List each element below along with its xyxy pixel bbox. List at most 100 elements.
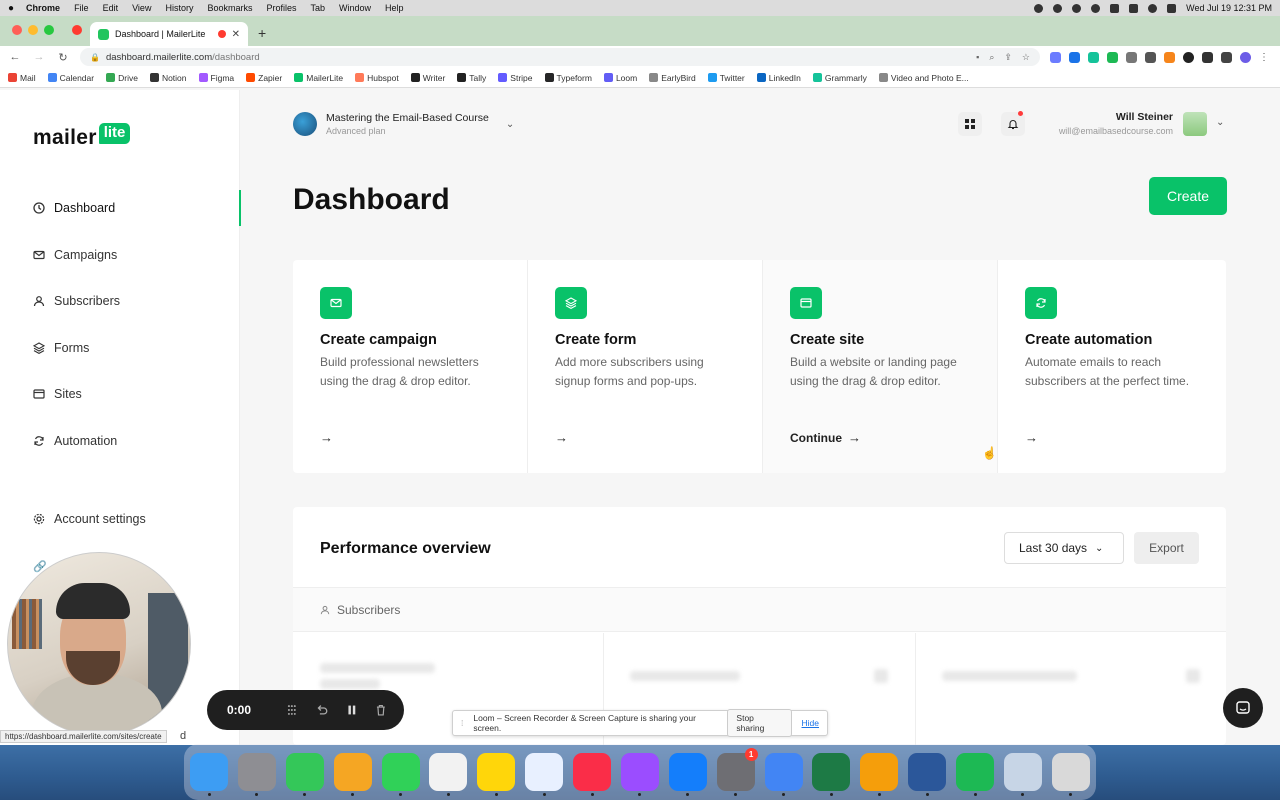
webcam-bubble[interactable] bbox=[7, 552, 191, 736]
bookmark-star-icon[interactable]: ☆ bbox=[1022, 52, 1030, 63]
pause-icon[interactable] bbox=[345, 703, 359, 717]
chrome-menu-icon[interactable]: ⋮ bbox=[1259, 52, 1269, 63]
chrome-icon[interactable] bbox=[764, 753, 803, 796]
continue-link[interactable]: Continue → bbox=[790, 430, 861, 445]
music-icon[interactable] bbox=[573, 753, 611, 796]
notifications-button[interactable] bbox=[1001, 111, 1025, 136]
bookmark-item[interactable]: Zapier bbox=[246, 73, 282, 83]
sidebar-item-automation[interactable]: Automation bbox=[0, 423, 240, 459]
card-create-campaign[interactable]: Create campaign Build professional newsl… bbox=[293, 260, 528, 473]
new-tab-icon[interactable]: + bbox=[258, 25, 266, 41]
stop-sharing-button[interactable]: Stop sharing bbox=[727, 709, 792, 737]
bookmark-item[interactable]: Calendar bbox=[47, 73, 94, 83]
hide-banner-link[interactable]: Hide bbox=[802, 718, 819, 728]
menu-tab[interactable]: Tab bbox=[311, 3, 326, 13]
close-window-icon[interactable] bbox=[12, 25, 22, 35]
extension-icon[interactable] bbox=[1107, 51, 1118, 63]
user-info[interactable]: Will Steiner will@emailbasedcourse.com bbox=[1059, 111, 1173, 136]
media-icon[interactable] bbox=[1091, 3, 1101, 13]
share-icon[interactable]: ⇪ bbox=[1004, 52, 1012, 63]
export-button[interactable]: Export bbox=[1134, 532, 1199, 564]
finder-icon[interactable] bbox=[190, 753, 228, 796]
wifi-icon[interactable] bbox=[1129, 3, 1139, 13]
photos-icon[interactable] bbox=[333, 753, 372, 796]
bookmark-item[interactable]: Loom bbox=[603, 73, 637, 83]
account-switcher[interactable]: Mastering the Email-Based Course Advance… bbox=[293, 112, 514, 136]
extension-icon[interactable] bbox=[1069, 51, 1080, 63]
camera-icon[interactable]: ▪ bbox=[976, 52, 979, 63]
sidebar-item-account-settings[interactable]: Account settings bbox=[0, 501, 240, 537]
menu-window[interactable]: Window bbox=[339, 3, 371, 13]
sidebar-item-campaigns[interactable]: Campaigns bbox=[0, 237, 240, 273]
card-create-site[interactable]: Create site Build a website or landing p… bbox=[763, 260, 998, 473]
menu-bookmarks[interactable]: Bookmarks bbox=[207, 3, 252, 13]
date-range-select[interactable]: Last 30 days ⌄ bbox=[1004, 532, 1124, 564]
messages-icon[interactable] bbox=[285, 753, 324, 796]
extension-icon[interactable] bbox=[1050, 51, 1061, 63]
address-bar[interactable]: 🔒 dashboard.mailerlite.com/dashboard ▪ ⌕… bbox=[80, 48, 1040, 66]
grip-icon[interactable]: ⁞ bbox=[461, 718, 463, 728]
support-chat-button[interactable] bbox=[1223, 688, 1263, 728]
extension-icon[interactable] bbox=[1145, 51, 1156, 63]
sidebar-item-forms[interactable]: Forms bbox=[0, 330, 240, 366]
bookmark-item[interactable]: Mail bbox=[8, 73, 36, 83]
trash-icon[interactable] bbox=[374, 703, 388, 717]
bookmark-item[interactable]: Hubspot bbox=[355, 73, 399, 83]
bookmark-item[interactable]: Grammarly bbox=[812, 73, 867, 83]
sidebar-item-subscribers[interactable]: Subscribers bbox=[0, 283, 240, 319]
extensions-puzzle-icon[interactable] bbox=[1202, 51, 1213, 63]
sidebar-item-sites[interactable]: Sites bbox=[0, 376, 240, 412]
sidepanel-icon[interactable] bbox=[1221, 51, 1232, 63]
menu-help[interactable]: Help bbox=[385, 3, 404, 13]
card-arrow-link[interactable]: → bbox=[1025, 430, 1038, 445]
bookmark-item[interactable]: Typeform bbox=[544, 73, 592, 83]
excel-icon[interactable] bbox=[812, 753, 851, 796]
browser-tab-active[interactable]: Dashboard | MailerLite ✕ bbox=[90, 22, 248, 46]
notes-icon[interactable] bbox=[477, 753, 516, 796]
reminders-icon[interactable] bbox=[429, 753, 468, 796]
bookmark-item[interactable]: Tally bbox=[457, 73, 486, 83]
metamask-icon[interactable] bbox=[1164, 51, 1175, 63]
bookmark-item[interactable]: MailerLite bbox=[294, 73, 343, 83]
menu-app-name[interactable]: Chrome bbox=[26, 3, 60, 13]
apps-grid-button[interactable] bbox=[958, 112, 982, 136]
bookmark-item[interactable]: Drive bbox=[106, 73, 138, 83]
forward-icon[interactable]: → bbox=[32, 51, 46, 63]
back-icon[interactable]: ← bbox=[8, 51, 22, 63]
extension-icon[interactable] bbox=[1183, 51, 1194, 63]
grammarly-icon[interactable] bbox=[1053, 3, 1063, 13]
card-arrow-link[interactable]: → bbox=[320, 430, 333, 445]
recording-tab-icon[interactable] bbox=[72, 25, 82, 35]
trash-icon[interactable] bbox=[1051, 753, 1090, 796]
bookmark-item[interactable]: Stripe bbox=[498, 73, 533, 83]
tab-subscribers[interactable]: Subscribers bbox=[293, 588, 1226, 632]
vpn-icon[interactable] bbox=[860, 753, 899, 796]
reload-icon[interactable]: ↻ bbox=[56, 51, 70, 64]
zoom-window-icon[interactable] bbox=[44, 25, 54, 35]
zoom-icon[interactable]: ⌕ bbox=[989, 52, 994, 63]
spotify-icon[interactable] bbox=[956, 753, 994, 796]
undo-icon[interactable] bbox=[315, 703, 329, 717]
close-tab-icon[interactable]: ✕ bbox=[232, 29, 240, 40]
bookmark-item[interactable]: EarlyBird bbox=[649, 73, 696, 83]
launchpad-icon[interactable] bbox=[237, 753, 276, 796]
chevron-down-icon[interactable]: ⌄ bbox=[1216, 117, 1224, 128]
extension-icon[interactable] bbox=[1088, 51, 1099, 63]
sidebar-item-dashboard[interactable]: Dashboard bbox=[0, 190, 241, 226]
settings-icon[interactable]: 1 bbox=[716, 748, 758, 796]
podcasts-icon[interactable] bbox=[620, 753, 659, 796]
create-button[interactable]: Create bbox=[1149, 177, 1227, 215]
spotlight-icon[interactable] bbox=[1148, 3, 1158, 13]
menu-profiles[interactable]: Profiles bbox=[266, 3, 296, 13]
bookmark-item[interactable]: Figma bbox=[198, 73, 234, 83]
minimize-window-icon[interactable] bbox=[28, 25, 38, 35]
preview-icon[interactable] bbox=[1003, 753, 1042, 796]
card-arrow-link[interactable]: → bbox=[555, 430, 568, 445]
word-icon[interactable] bbox=[908, 753, 947, 796]
mailerlite-logo[interactable]: mailer lite bbox=[33, 122, 131, 150]
extension-icon[interactable] bbox=[1126, 51, 1137, 63]
menu-history[interactable]: History bbox=[165, 3, 193, 13]
bookmark-item[interactable]: LinkedIn bbox=[756, 73, 801, 83]
battery-icon[interactable] bbox=[1110, 3, 1120, 13]
appstore-icon[interactable] bbox=[668, 753, 707, 796]
